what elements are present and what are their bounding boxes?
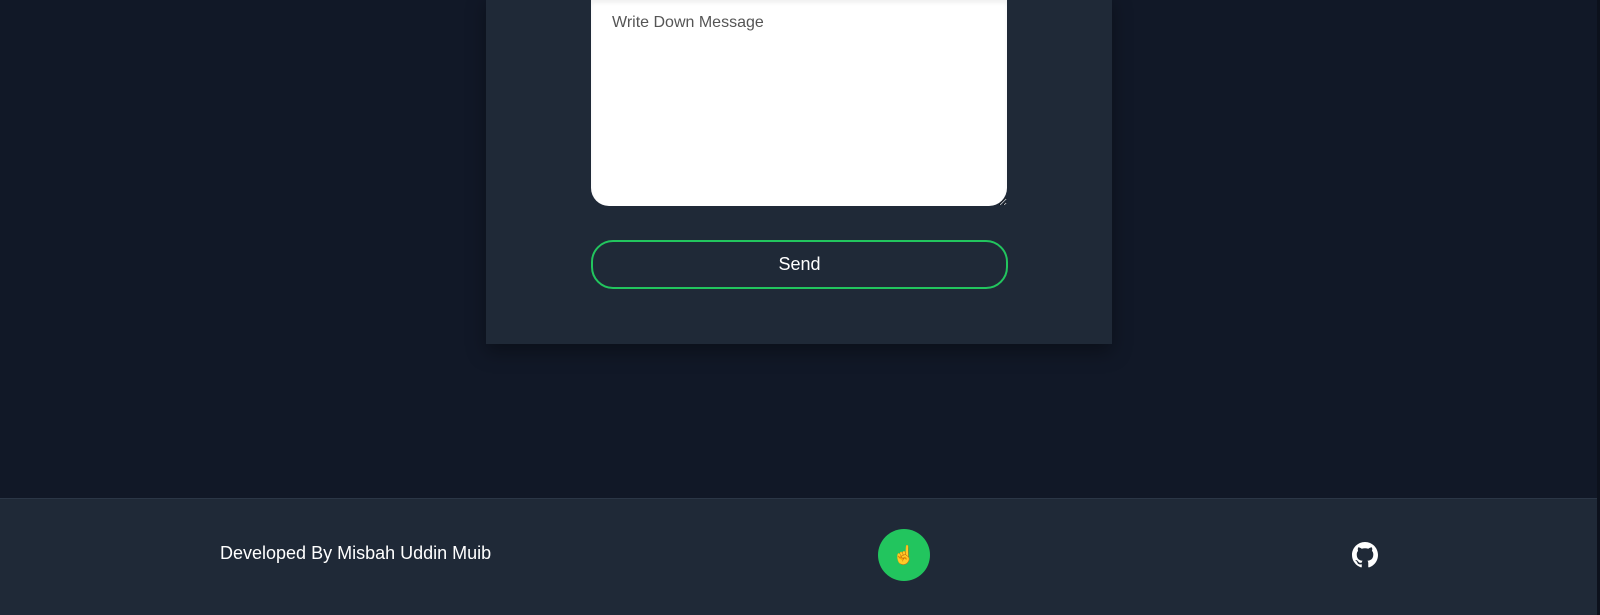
scroll-to-top-button[interactable]: ☝ [878,529,930,581]
pointing-up-icon: ☝ [892,544,916,565]
github-icon [1352,542,1378,568]
developer-credit: Developed By Misbah Uddin Muib [220,543,492,563]
footer: Developed By Misbah Uddin Muib ☝ [0,498,1600,615]
message-textarea[interactable] [591,0,1007,206]
send-button[interactable]: Send [591,240,1008,289]
github-link[interactable] [1352,542,1378,568]
page: Send Developed By Misbah Uddin Muib ☝ [0,0,1600,615]
